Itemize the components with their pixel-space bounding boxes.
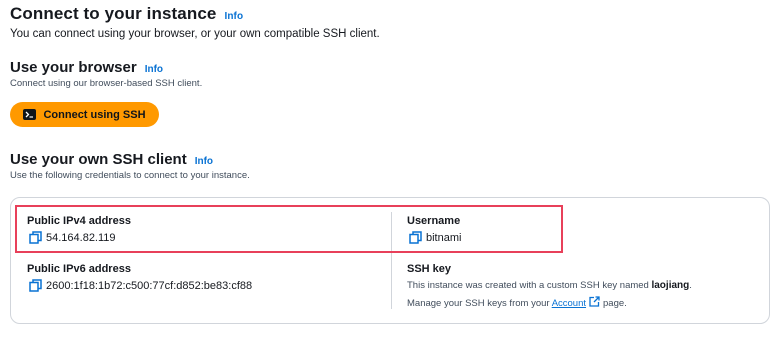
ssh-key-description: This instance was created with a custom … [407, 280, 692, 291]
connect-subtitle: You can connect using your browser, or y… [10, 28, 380, 40]
ssh-key-name: laojiang [651, 280, 690, 291]
username-label: Username [407, 215, 461, 227]
connect-title-row: Connect to your instance Info [10, 4, 243, 24]
ipv6-field: 2600:1f18:1b72:c500:77cf:d852:be83:cf88 [29, 279, 252, 292]
ipv4-value: 54.164.82.119 [46, 231, 116, 244]
account-link[interactable]: Account [552, 298, 586, 309]
connect-info-link[interactable]: Info [224, 11, 243, 22]
own-client-info-link[interactable]: Info [195, 156, 213, 167]
ipv6-label: Public IPv6 address [27, 263, 131, 275]
external-link-icon[interactable] [589, 296, 600, 307]
username-value: bitnami [426, 231, 462, 244]
terminal-icon [23, 109, 37, 120]
browser-info-link[interactable]: Info [145, 64, 163, 75]
copy-icon[interactable] [409, 231, 422, 244]
ssh-key-period: . [689, 280, 692, 291]
manage-keys-text: Manage your SSH keys from your Account p… [407, 296, 627, 309]
browser-section-title: Use your browser [10, 59, 137, 76]
own-client-title-row: Use your own SSH client Info [10, 151, 213, 168]
ssh-key-text: This instance was created with a custom … [407, 280, 649, 291]
highlight-box [15, 205, 563, 253]
own-client-subtitle: Use the following credentials to connect… [10, 170, 250, 181]
copy-icon[interactable] [29, 279, 42, 292]
connect-page: Connect to your instance Info You can co… [0, 0, 780, 337]
username-field: bitnami [409, 231, 461, 244]
ssh-key-label: SSH key [407, 263, 452, 275]
connect-ssh-button[interactable]: Connect using SSH [10, 102, 159, 127]
copy-icon[interactable] [29, 231, 42, 244]
ipv6-value: 2600:1f18:1b72:c500:77cf:d852:be83:cf88 [46, 279, 253, 292]
ipv4-field: 54.164.82.119 [29, 231, 116, 244]
own-client-section-title: Use your own SSH client [10, 151, 187, 168]
connect-ssh-button-label: Connect using SSH [43, 108, 146, 121]
page-title: Connect to your instance [10, 4, 217, 23]
browser-subtitle: Connect using our browser-based SSH clie… [10, 78, 203, 89]
manage-suffix: page. [603, 298, 627, 309]
browser-title-row: Use your browser Info [10, 59, 163, 76]
manage-prefix: Manage your SSH keys from your [407, 298, 550, 309]
ipv4-label: Public IPv4 address [27, 215, 131, 227]
